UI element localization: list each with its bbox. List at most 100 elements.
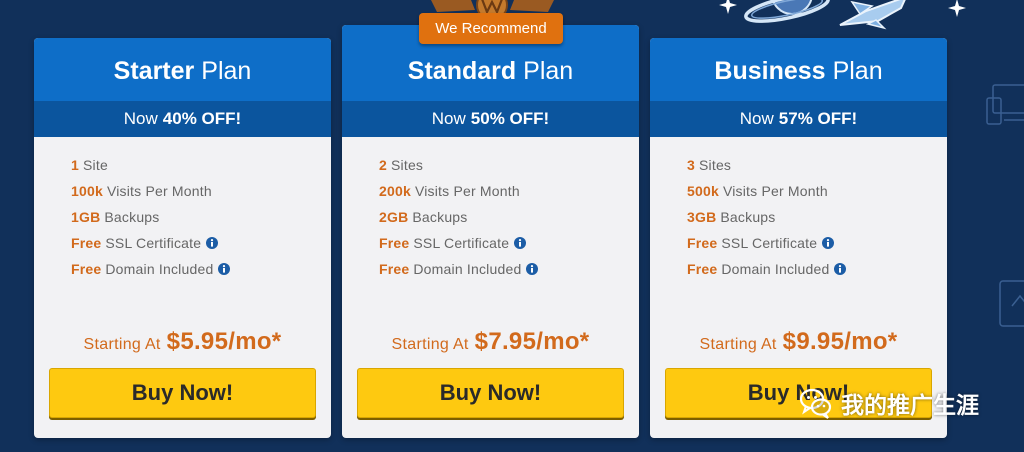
feature-item: Free SSL Certificate [687,230,846,256]
plan-header: Starter Plan [34,38,331,101]
document-icon [999,280,1024,327]
feature-item: 3 Sites [687,152,846,178]
feature-highlight: 1GB [71,209,101,225]
feature-highlight: Free [379,261,410,277]
feature-item: 2GB Backups [379,204,538,230]
feature-highlight: 1 [71,157,79,173]
info-icon[interactable] [834,263,847,275]
discount-prefix: Now [123,109,158,128]
plan-title: Starter Plan [34,38,331,101]
plan-title: Business Plan [650,38,947,101]
plan-name: Standard [407,56,517,85]
feature-text: Visits Per Month [722,183,828,199]
discount-value: 50% OFF! [470,109,550,128]
feature-text: Sites [699,157,732,173]
info-icon[interactable] [206,237,219,249]
feature-text: Sites [391,157,424,173]
info-icon[interactable] [526,263,539,275]
price-amount: $5.95/mo* [166,328,282,355]
feature-text: Visits Per Month [106,183,212,199]
feature-text: SSL Certificate [105,235,202,251]
feature-text: Domain Included [413,261,522,277]
pricing-page: We Recommend Starter Plan Now 40% OFF! 1 Si… [0,0,1024,452]
info-icon[interactable] [514,237,527,249]
discount-value: 40% OFF! [162,109,242,128]
rocket-icon [839,0,906,30]
feature-text: Backups [720,209,776,225]
feature-highlight: Free [687,261,718,277]
price-prefix: Starting At [699,336,777,353]
feature-highlight: 3 [687,157,695,173]
plan-name: Starter [113,56,195,85]
price-line: Starting At $7.95/mo* [342,327,639,357]
feature-text: Site [83,157,108,173]
buy-now-button-standard[interactable]: Buy Now! [357,368,624,418]
watermark: 我的推广生涯 [799,386,979,420]
info-icon[interactable] [822,237,835,249]
feature-highlight: 3GB [687,209,717,225]
plan-card-standard: Standard Plan Now 50% OFF! 2 Sites 200k Visi… [342,25,639,438]
discount-banner: Now 57% OFF! [650,101,947,137]
plan-title: Standard Plan [342,38,639,101]
price-prefix: Starting At [391,336,469,353]
feature-highlight: 500k [687,183,719,199]
sparkle-icon [948,0,966,17]
feature-item: 200k Visits Per Month [379,178,538,204]
feature-item: 2 Sites [379,152,538,178]
plan-name-suffix: Plan [523,56,574,85]
price-amount: $9.95/mo* [782,328,898,355]
feature-text: SSL Certificate [721,235,818,251]
price-prefix: Starting At [83,336,161,353]
feature-item: Free SSL Certificate [71,230,230,256]
feature-highlight: Free [379,235,410,251]
feature-text: Backups [104,209,160,225]
discount-prefix: Now [739,109,774,128]
feature-highlight: 200k [379,183,411,199]
recommended-badge: We Recommend [419,13,563,44]
plan-name-suffix: Plan [832,56,883,85]
feature-highlight: 2GB [379,209,409,225]
wechat-icon [799,388,832,419]
feature-highlight: Free [687,235,718,251]
plan-header: Business Plan [650,38,947,101]
sparkle-icon [719,0,737,14]
badge-label: We Recommend [435,20,547,37]
feature-text: Domain Included [721,261,830,277]
watermark-text: 我的推广生涯 [841,393,979,419]
feature-item: Free SSL Certificate [379,230,538,256]
plan-name: Business [714,56,826,85]
price-line: Starting At $9.95/mo* [650,327,947,357]
feature-item: Free Domain Included [379,256,539,282]
plan-card-starter: Starter Plan Now 40% OFF! 1 Site 100k Visits… [34,38,331,438]
feature-text: SSL Certificate [413,235,510,251]
buy-now-button-starter[interactable]: Buy Now! [49,368,316,418]
feature-text: Visits Per Month [414,183,520,199]
feature-list: 2 Sites 200k Visits Per Month 2GB Backups F… [379,152,539,282]
feature-list: 3 Sites 500k Visits Per Month 3GB Backups F… [687,152,847,282]
feature-highlight: 100k [71,183,103,199]
feature-highlight: Free [71,235,102,251]
price-amount: $7.95/mo* [474,328,590,355]
feature-text: Domain Included [105,261,214,277]
feature-item: 100k Visits Per Month [71,178,230,204]
feature-highlight: 2 [379,157,387,173]
feature-item: 3GB Backups [687,204,846,230]
feature-item: 1 Site [71,152,230,178]
discount-banner: Now 50% OFF! [342,101,639,137]
discount-prefix: Now [431,109,466,128]
price-line: Starting At $5.95/mo* [34,327,331,357]
discount-banner: Now 40% OFF! [34,101,331,137]
feature-item: 1GB Backups [71,204,230,230]
discount-value: 57% OFF! [778,109,858,128]
feature-item: Free Domain Included [687,256,847,282]
feature-highlight: Free [71,261,102,277]
feature-item: 500k Visits Per Month [687,178,846,204]
devices-icon [986,84,1024,125]
feature-list: 1 Site 100k Visits Per Month 1GB Backups Fr… [71,152,231,282]
feature-item: Free Domain Included [71,256,231,282]
info-icon[interactable] [218,263,231,275]
plan-card-business: Business Plan Now 57% OFF! 3 Sites 500k Visi… [650,38,947,438]
planet-icon [744,0,830,23]
feature-text: Backups [412,209,468,225]
plan-name-suffix: Plan [201,56,252,85]
